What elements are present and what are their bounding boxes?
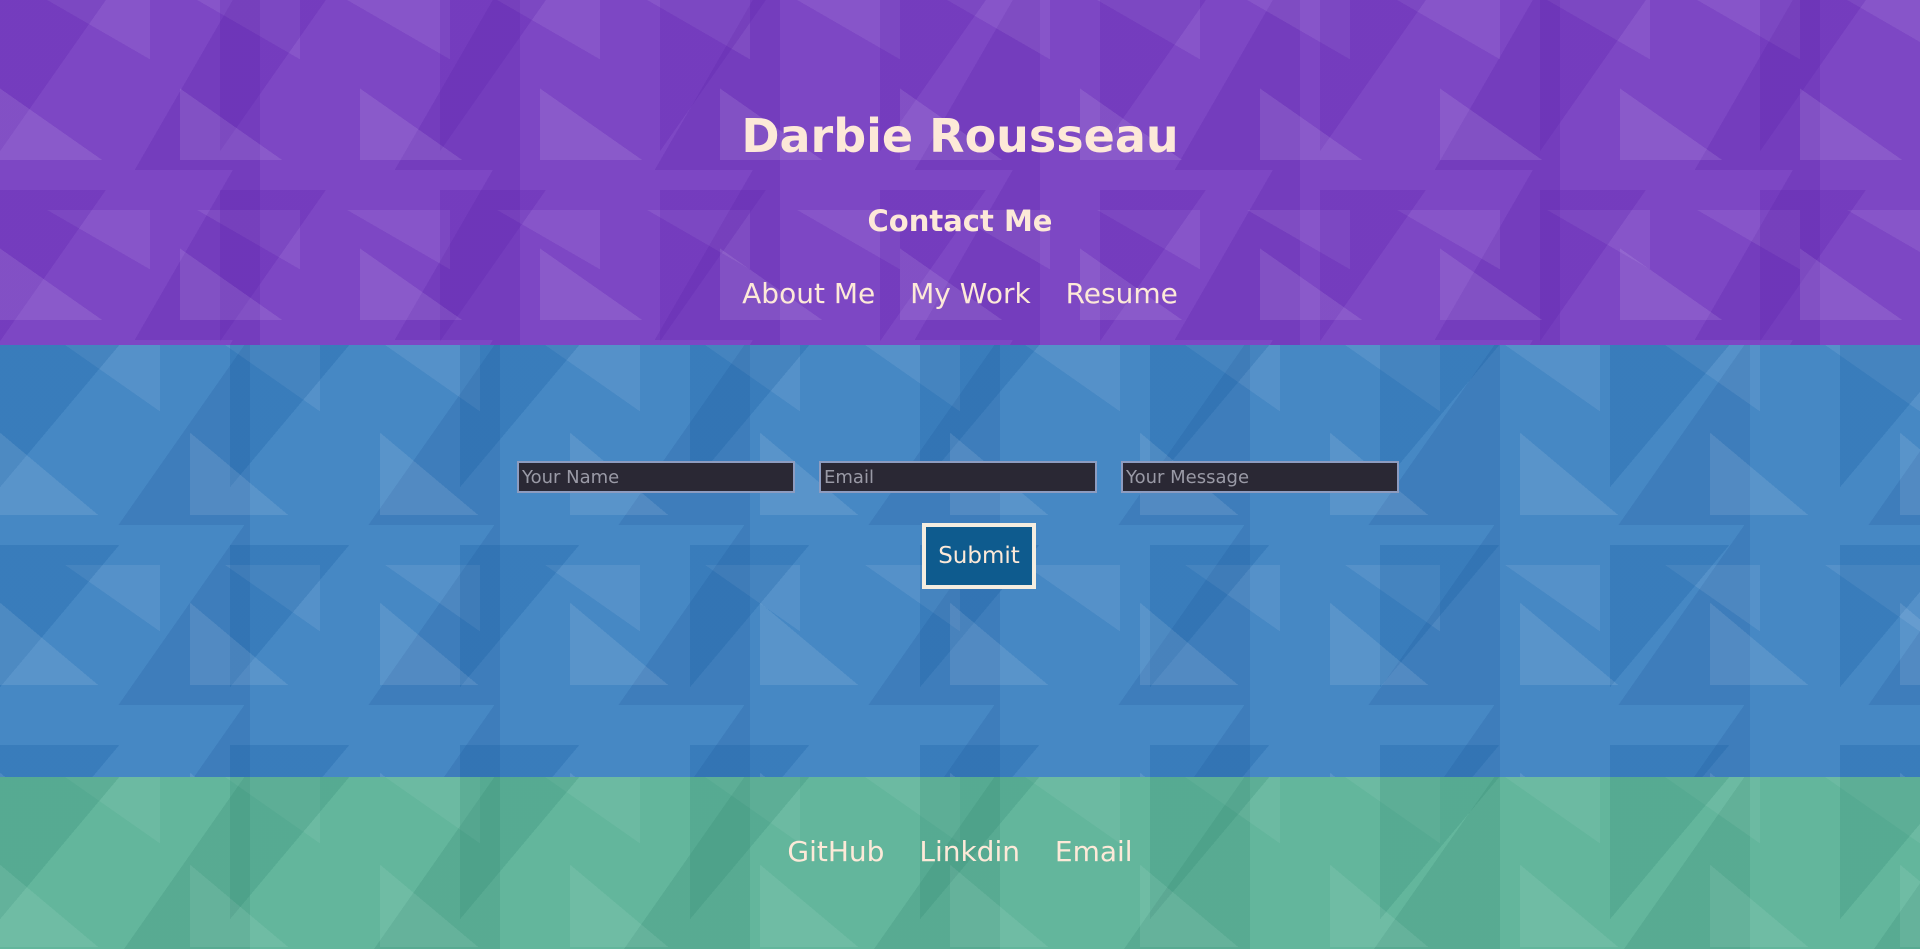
nav-link-about-me[interactable]: About Me [742, 277, 875, 310]
site-footer: GitHub Linkdin Email [0, 777, 1920, 949]
nav-link-my-work[interactable]: My Work [910, 277, 1031, 310]
email-input[interactable] [819, 461, 1097, 493]
page-heading: Contact Me [867, 204, 1053, 238]
site-header: Darbie Rousseau Contact Me About Me My W… [0, 0, 1920, 345]
message-input[interactable] [1121, 461, 1399, 493]
site-title: Darbie Rousseau [741, 109, 1179, 163]
nav-link-resume[interactable]: Resume [1066, 277, 1178, 310]
main-nav: About Me My Work Resume [0, 276, 1920, 312]
footer-link-email[interactable]: Email [1055, 835, 1133, 868]
footer-links: GitHub Linkdin Email [0, 834, 1920, 870]
contact-form: Submit [0, 461, 1920, 589]
name-input[interactable] [517, 461, 795, 493]
footer-link-github[interactable]: GitHub [787, 835, 884, 868]
submit-button[interactable]: Submit [922, 523, 1036, 589]
footer-link-linkedin[interactable]: Linkdin [919, 835, 1020, 868]
contact-section: Submit [0, 345, 1920, 777]
